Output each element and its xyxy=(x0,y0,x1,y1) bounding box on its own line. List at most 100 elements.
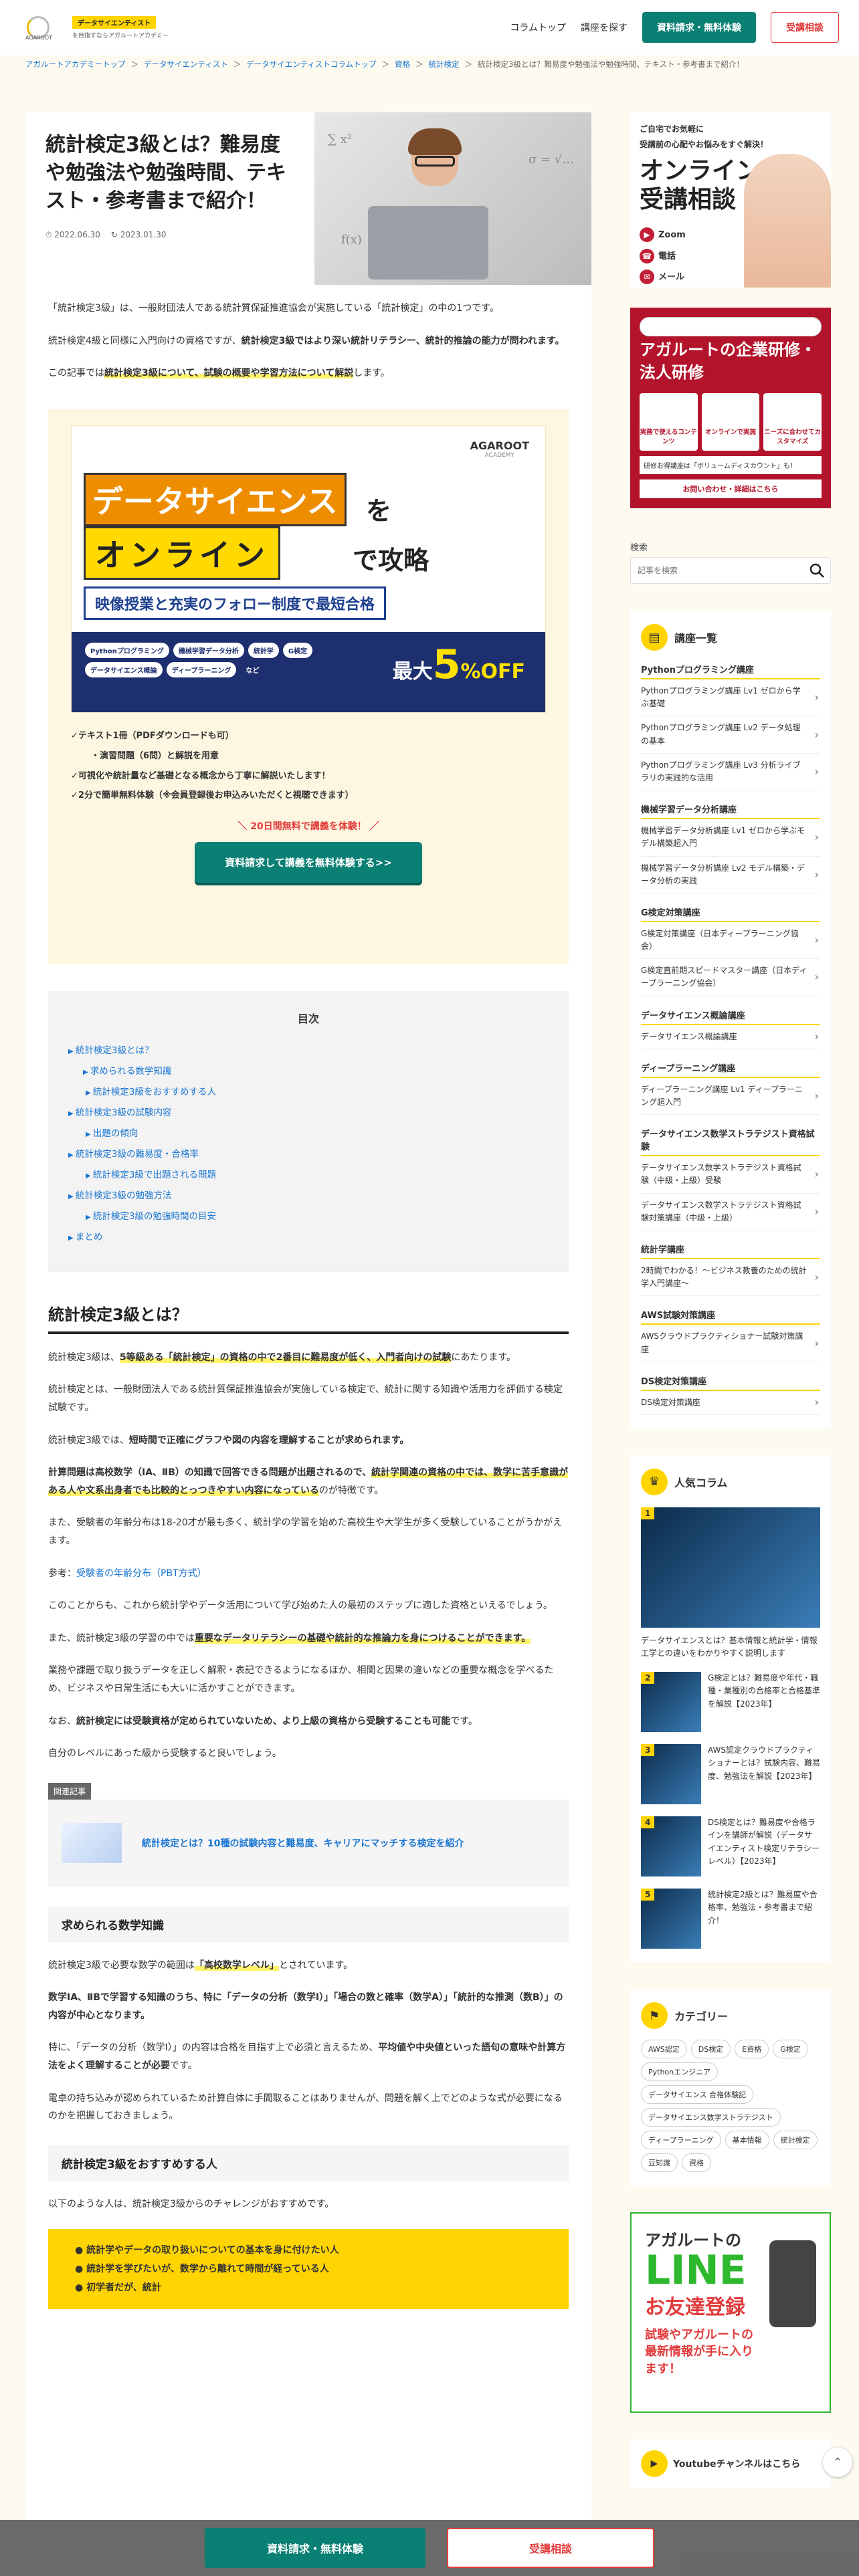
toc-item[interactable]: 求められる数学知識 xyxy=(68,1061,549,1082)
breadcrumb-item[interactable]: 資格 xyxy=(395,59,410,70)
category-tag[interactable]: ディープラーニング xyxy=(641,2131,721,2150)
ad-headline: データサイエンス xyxy=(84,472,347,526)
course-link[interactable]: ディープラーニング講座 Lv1 ディープラーニング超入門 xyxy=(641,1078,820,1115)
related-article-link[interactable]: 統計検定とは？10種の試験内容と難易度、キャリアにマッチする検定を紹介 xyxy=(142,1836,464,1850)
course-link[interactable]: データサイエンス概論講座 xyxy=(641,1025,820,1049)
category-tag[interactable]: 豆知識 xyxy=(641,2153,678,2173)
ad-banner[interactable]: AGAROOT ACADEMY データサイエンス を オンライン で攻略 映像授業… xyxy=(71,425,546,713)
course-group-title[interactable]: G検定対策講座 xyxy=(641,905,820,922)
online-consult-banner[interactable]: ご自宅でお気軽に 受講前の心配やお悩みをすぐ解決！ オンライン受講相談 ▶ Zoo… xyxy=(630,112,831,288)
course-link[interactable]: データサイエンス数学ストラテジスト資格試験対策講座（中級・上級） xyxy=(641,1194,820,1230)
breadcrumb-item[interactable]: 統計検定 xyxy=(429,59,460,70)
toc-item[interactable]: 統計検定3級の勉強時間の目安 xyxy=(68,1206,549,1227)
header-request-button[interactable]: 資料請求・無料体験 xyxy=(642,12,756,43)
category-tag[interactable]: データサイエンス数学ストラテジスト xyxy=(641,2108,781,2127)
bottom-request-button[interactable]: 資料請求・無料体験 xyxy=(205,2528,425,2568)
widget-title: カテゴリー xyxy=(674,2010,729,2024)
popular-item[interactable]: 4 DS検定とは？難易度や合格ラインを講師が解説（データサイエンティスト検定リテラ… xyxy=(641,1816,820,1877)
course-list-widget: ▤ 講座一覧 Pythonプログラミング講座 Pythonプログラミング講座 Lv1… xyxy=(630,611,831,1428)
toc-item[interactable]: 統計検定3級をおすすめする人 xyxy=(68,1082,549,1103)
nav-find-course[interactable]: 講座を探す xyxy=(581,21,628,34)
popular-title: AWS認定クラウドプラクティショナーとは？試験内容、難易度、勉強法を解説【202… xyxy=(708,1745,821,1781)
toc-item[interactable]: 統計検定3級の試験内容 xyxy=(68,1103,549,1123)
bottom-consult-button[interactable]: 受講相談 xyxy=(447,2528,654,2568)
related-article-card[interactable]: 統計検定とは？10種の試験内容と難易度、キャリアにマッチする検定を紹介 xyxy=(48,1799,569,1887)
toc-item[interactable]: 統計検定3級の難易度・合格率 xyxy=(68,1144,549,1165)
ad-tagline: 映像授業と充実のフォロー制度で最短合格 xyxy=(84,586,387,620)
section-heading: 統計検定3級とは？ xyxy=(48,1301,569,1334)
promo-text: 受講前の心配やお悩みをすぐ解決！ xyxy=(640,140,769,149)
nav-column-top[interactable]: コラムトップ xyxy=(510,21,566,34)
course-link[interactable]: 機械学習データ分析講座 Lv2 モデル構築・データ分析の実践 xyxy=(641,857,820,893)
search-input[interactable] xyxy=(631,558,830,583)
course-group-title[interactable]: 機械学習データ分析講座 xyxy=(641,802,820,820)
reference-link[interactable]: 受験者の年齢分布（PBT方式） xyxy=(76,1568,207,1579)
course-group-title[interactable]: データサイエンス数学ストラテジスト資格試験 xyxy=(641,1127,820,1157)
category-tag[interactable]: Pythonエンジニア xyxy=(641,2062,719,2082)
site-logo[interactable]: AGAROOT データサイエンティスト を目指すならアガルートアカデミー xyxy=(20,13,169,41)
flag-icon: ⚑ xyxy=(641,2002,668,2030)
toc-item[interactable]: 統計検定3級とは？ xyxy=(68,1041,549,1061)
category-tag[interactable]: 資格 xyxy=(682,2153,711,2173)
subsection-heading: 統計検定3級をおすすめする人 xyxy=(48,2145,569,2181)
logo-mark: AGAROOT xyxy=(20,13,67,41)
category-tag[interactable]: E資格 xyxy=(735,2040,769,2059)
popular-title: DS検定とは？難易度や合格ラインを講師が解説（データサイエンティスト検定リテラシ… xyxy=(708,1818,820,1866)
course-link[interactable]: Pythonプログラミング講座 Lv2 データ処理の基本 xyxy=(641,716,820,754)
category-tag[interactable]: DS検定 xyxy=(690,2040,731,2059)
course-link[interactable]: G検定直前期スピードマスター講座（日本ディープラーニング協会） xyxy=(641,959,820,996)
ad-chip: Pythonプログラミング xyxy=(85,642,169,658)
updated-date: ↻ 2023.01.30 xyxy=(110,230,167,239)
popular-item[interactable]: 3 AWS認定クラウドプラクティショナーとは？試験内容、難易度、勉強法を解説【20… xyxy=(641,1744,821,1805)
course-link[interactable]: Pythonプログラミング講座 Lv3 分析ライブラリの実践的な活用 xyxy=(641,754,820,791)
search-icon[interactable] xyxy=(809,562,825,578)
consultant-photo xyxy=(744,154,831,288)
popular-thumbnail: 4 xyxy=(641,1816,701,1877)
course-group-title[interactable]: 統計学講座 xyxy=(641,1243,820,1259)
category-tag[interactable]: データサイエンス 合格体験記 xyxy=(641,2085,754,2105)
header-consult-button[interactable]: 受講相談 xyxy=(771,12,839,43)
youtube-link[interactable]: ▶ Youtubeチャンネルはこちら xyxy=(630,2440,831,2488)
course-link[interactable]: AWSクラウドプラクティショナー試験対策講座 xyxy=(641,1325,820,1362)
course-group-title[interactable]: ディープラーニング講座 xyxy=(641,1061,820,1078)
category-tag[interactable]: 基本情報 xyxy=(725,2131,769,2150)
popular-title: データサイエンスとは？基本情報と統計学・情報工学との違いをわかりやすく説明します xyxy=(641,1635,818,1658)
ad-chip: 統計学 xyxy=(248,642,279,658)
back-to-top-button[interactable]: ⌃ xyxy=(823,2448,852,2477)
popular-item[interactable]: 1 データサイエンスとは？基本情報と統計学・情報工学との違いをわかりやすく説明し… xyxy=(641,1507,820,1660)
list-item: ● 統計学を学びたいが、数学から離れて時間が経っている人 xyxy=(75,2264,329,2275)
course-group-title[interactable]: AWS試験対策講座 xyxy=(641,1308,820,1325)
breadcrumb: アガルートアカデミートップ＞ データサイエンティスト＞ データサイエンティストコ… xyxy=(25,59,745,70)
course-link[interactable]: DS検定対策講座 xyxy=(641,1391,820,1415)
course-link[interactable]: 2時間でわかる！〜ビジネス教養のための統計学入門講座〜 xyxy=(641,1259,820,1297)
breadcrumb-item[interactable]: データサイエンティストコラムトップ xyxy=(246,59,376,70)
paragraph: 電卓の持ち込みが認められているため計算自体に手間取ることはありませんが、問題を解… xyxy=(48,2092,563,2122)
toc-item[interactable]: まとめ xyxy=(68,1227,549,1248)
course-group-title[interactable]: Pythonプログラミング講座 xyxy=(641,663,820,679)
course-link[interactable]: 機械学習データ分析講座 Lv1 ゼロから学ぶモデル構築超入門 xyxy=(641,819,820,857)
course-link[interactable]: G検定対策講座（日本ディープラーニング協会） xyxy=(641,922,820,960)
corporate-training-banner[interactable]: 法人向け アガルートの企業研修・法人研修 実務で使えるコンテンツ オンラインで実… xyxy=(630,308,831,508)
mail-icon: ✉ xyxy=(640,269,654,284)
course-link[interactable]: Pythonプログラミング講座 Lv1 ゼロから学ぶ基礎 xyxy=(641,679,820,717)
breadcrumb-item[interactable]: アガルートアカデミートップ xyxy=(25,59,126,70)
course-group-title[interactable]: DS検定対策講座 xyxy=(641,1374,820,1391)
ad-cta-button[interactable]: 資料請求して講義を無料体験する>> xyxy=(195,842,422,883)
promo-card: 実務で使えるコンテンツ xyxy=(640,393,698,451)
course-group-title[interactable]: データサイエンス概論講座 xyxy=(641,1008,820,1025)
popular-item[interactable]: 2 G検定とは？難易度や年代・職種・業種別の合格率と合格基準を解説【2023年】 xyxy=(641,1672,820,1733)
toc-item[interactable]: 統計検定3級で出題される問題 xyxy=(68,1165,549,1186)
ad-chip: 機械学習データ分析 xyxy=(173,642,244,658)
category-tag[interactable]: G検定 xyxy=(773,2040,808,2059)
line-friend-banner[interactable]: アガルートの LINE お友達登録 試験やアガルートの最新情報が手に入ります！ xyxy=(630,2212,831,2413)
toc-item[interactable]: 出題の傾向 xyxy=(68,1123,549,1144)
subsection-heading: 求められる数学知識 xyxy=(48,1906,569,1942)
toc-item[interactable]: 統計検定3級の勉強方法 xyxy=(68,1186,549,1206)
category-tag[interactable]: 統計検定 xyxy=(773,2131,818,2150)
course-link[interactable]: データサイエンス数学ストラテジスト資格試験（中級・上級）受験 xyxy=(641,1156,820,1194)
promo-card: オンラインで実施 xyxy=(701,393,760,451)
breadcrumb-item[interactable]: データサイエンティスト xyxy=(144,59,228,70)
category-tag[interactable]: AWS認定 xyxy=(641,2040,687,2059)
popular-item[interactable]: 5 統計検定2級とは？難易度や合格率、勉強法・参考書まで紹介！ xyxy=(641,1889,820,1949)
paragraph: 計算問題は高校数学（ⅠA、ⅡB）の知識で回答できる問題が出題されるので、統計学関… xyxy=(48,1467,569,1496)
